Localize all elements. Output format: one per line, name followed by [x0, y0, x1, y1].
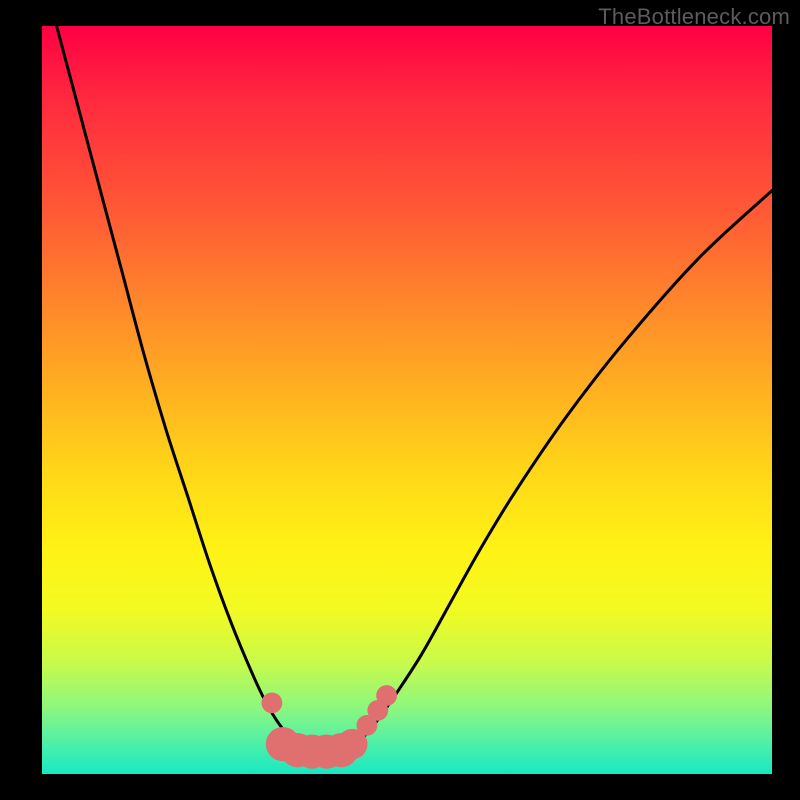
curve-marker — [324, 733, 358, 767]
curve-marker — [262, 693, 283, 714]
bottleneck-curve — [57, 26, 772, 756]
curve-marker — [357, 715, 378, 736]
curve-marker — [295, 735, 329, 769]
curve-marker — [266, 727, 300, 761]
curve-marker — [367, 700, 388, 721]
curve-marker — [280, 733, 314, 767]
curve-markers — [262, 685, 398, 769]
curve-marker — [310, 735, 344, 769]
curve-marker — [376, 685, 397, 706]
bottleneck-curve-svg — [42, 26, 772, 774]
chart-frame: TheBottleneck.com — [0, 0, 800, 800]
watermark-text: TheBottleneck.com — [598, 4, 790, 30]
plot-area — [42, 26, 772, 774]
curve-marker — [337, 729, 367, 759]
